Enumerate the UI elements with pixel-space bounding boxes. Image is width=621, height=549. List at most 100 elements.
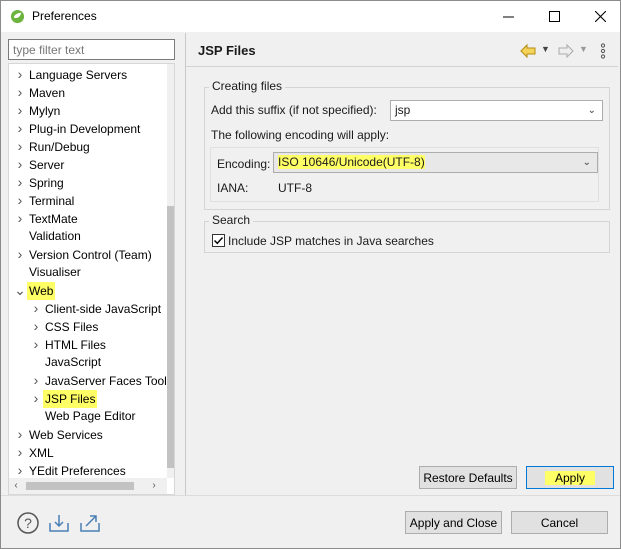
chevron-right-icon[interactable]: ›: [13, 425, 27, 443]
encoding-value: ISO 10646/Unicode(UTF-8): [278, 155, 425, 169]
cancel-button[interactable]: Cancel: [511, 511, 608, 534]
tree-item-label: CSS Files: [45, 320, 99, 334]
apply-and-close-button[interactable]: Apply and Close: [405, 511, 502, 534]
scroll-left-icon[interactable]: ‹: [9, 478, 23, 494]
chevron-right-icon[interactable]: ›: [13, 83, 27, 101]
creating-files-legend: Creating files: [209, 79, 286, 93]
spring-app-icon: [10, 9, 25, 24]
chevron-right-icon[interactable]: ›: [13, 137, 27, 155]
tree-item[interactable]: › Version Control (Team): [13, 245, 154, 263]
tree-item-label: Web: [27, 282, 56, 300]
chevron-down-icon[interactable]: ⌄: [13, 281, 27, 299]
tree-item[interactable]: Visualiser: [13, 263, 83, 281]
close-icon: [594, 11, 606, 22]
cancel-label: Cancel: [540, 515, 579, 530]
tree-item-label: Client-side JavaScript: [45, 302, 162, 316]
export-icon[interactable]: [78, 511, 102, 535]
tree-item[interactable]: › Maven: [13, 83, 67, 101]
filter-input[interactable]: [8, 39, 175, 60]
tree-item[interactable]: › TextMate: [13, 209, 80, 227]
chevron-right-icon[interactable]: ›: [13, 209, 27, 227]
scroll-right-icon[interactable]: ›: [147, 478, 161, 494]
back-arrow-icon[interactable]: [520, 42, 536, 60]
forward-dropdown-icon[interactable]: ▼: [579, 40, 588, 58]
tree-item[interactable]: › Web Services: [13, 425, 105, 443]
back-dropdown-icon[interactable]: ▼: [541, 40, 550, 58]
chevron-right-icon[interactable]: ›: [29, 299, 43, 317]
tree-item[interactable]: ⌄ Web: [13, 281, 56, 300]
tree-item[interactable]: › XML: [13, 443, 56, 461]
tree-item[interactable]: Validation: [13, 227, 83, 245]
restore-defaults-button[interactable]: Restore Defaults: [419, 466, 517, 489]
tree-item[interactable]: Web Page Editor: [29, 407, 138, 425]
tree-item-label: Spring: [29, 176, 64, 190]
tree-item[interactable]: › Plug-in Development: [13, 119, 142, 137]
chevron-right-icon[interactable]: ›: [13, 245, 27, 263]
tree-item[interactable]: › JavaServer Faces Tools: [29, 371, 174, 389]
tree-item[interactable]: › HTML Files: [29, 335, 108, 353]
chevron-down-icon: ⌄: [587, 105, 596, 116]
tree-item-label: Language Servers: [29, 68, 128, 82]
tree-item-label: Version Control (Team): [29, 248, 152, 262]
include-jsp-label[interactable]: Include JSP matches in Java searches: [228, 234, 434, 248]
tree-item-label: Validation: [29, 229, 81, 243]
encoding-combo[interactable]: ISO 10646/Unicode(UTF-8) ⌄: [273, 152, 598, 173]
chevron-right-icon[interactable]: ›: [13, 191, 27, 209]
tree-item[interactable]: › Language Servers: [13, 65, 129, 83]
tree-vertical-scrollbar[interactable]: [167, 64, 174, 478]
tree-item-label: XML: [29, 446, 54, 460]
help-icon[interactable]: ?: [16, 511, 40, 535]
tree-item[interactable]: JavaScript: [29, 353, 103, 371]
forward-arrow-icon[interactable]: [558, 42, 574, 60]
tree-item[interactable]: › Run/Debug: [13, 137, 92, 155]
apply-button[interactable]: Apply: [526, 466, 614, 489]
page-header: JSP Files ▼ ▼: [186, 33, 618, 67]
tree-item-label: Run/Debug: [29, 140, 90, 154]
suffix-combo[interactable]: jsp ⌄: [390, 100, 603, 121]
chevron-right-icon[interactable]: ›: [13, 155, 27, 173]
close-button[interactable]: [577, 1, 621, 32]
chevron-right-icon[interactable]: ›: [13, 461, 27, 479]
tree-item-label: Web Services: [29, 428, 103, 442]
chevron-right-icon[interactable]: ›: [13, 119, 27, 137]
iana-label: IANA:: [217, 181, 249, 195]
chevron-right-icon[interactable]: ›: [29, 335, 43, 353]
tree-item[interactable]: › CSS Files: [29, 317, 100, 335]
tree-item[interactable]: › Server: [13, 155, 66, 173]
import-icon[interactable]: [47, 511, 71, 535]
chevron-right-icon[interactable]: ›: [13, 443, 27, 461]
tree-item[interactable]: › JSP Files: [29, 389, 98, 408]
minimize-icon: [502, 16, 514, 18]
tree-item-label: Web Page Editor: [45, 409, 136, 423]
chevron-right-icon[interactable]: ›: [13, 173, 27, 191]
tree-item-label: Server: [29, 158, 65, 172]
tree-item[interactable]: › Spring: [13, 173, 66, 191]
tree-item-label: Plug-in Development: [29, 122, 141, 136]
suffix-value: jsp: [395, 103, 411, 117]
tree-item[interactable]: › Mylyn: [13, 101, 62, 119]
tree-horizontal-scroll-thumb[interactable]: [26, 482, 134, 490]
view-menu-icon[interactable]: [600, 42, 606, 60]
preferences-tree[interactable]: › Language Servers › Maven › Mylyn › Plug-in De…: [8, 63, 175, 495]
tree-item[interactable]: › YEdit Preferences: [13, 461, 128, 479]
chevron-right-icon[interactable]: ›: [29, 371, 43, 389]
preference-page: JSP Files ▼ ▼ Creating files Add this su…: [186, 33, 618, 495]
chevron-right-icon[interactable]: ›: [29, 389, 43, 407]
tree-vertical-scroll-thumb[interactable]: [167, 206, 174, 468]
maximize-icon: [548, 11, 560, 22]
chevron-right-icon[interactable]: ›: [29, 317, 43, 335]
chevron-right-icon[interactable]: ›: [13, 65, 27, 83]
include-jsp-checkbox[interactable]: [212, 234, 225, 247]
tree-item[interactable]: › Terminal: [13, 191, 76, 209]
chevron-right-icon[interactable]: ›: [13, 101, 27, 119]
chevron-down-icon: ⌄: [582, 157, 591, 168]
minimize-button[interactable]: [485, 1, 531, 32]
maximize-button[interactable]: [531, 1, 577, 32]
tree-item[interactable]: › Client-side JavaScript: [29, 299, 163, 317]
tree-item-label: Maven: [29, 86, 66, 100]
title-bar: Preferences: [1, 1, 620, 32]
tree-horizontal-scrollbar[interactable]: ‹ ›: [9, 478, 167, 494]
tree-item-label: JavaServer Faces Tools: [45, 374, 173, 388]
bottom-separator: [1, 495, 620, 496]
encoding-note: The following encoding will apply:: [211, 128, 390, 142]
